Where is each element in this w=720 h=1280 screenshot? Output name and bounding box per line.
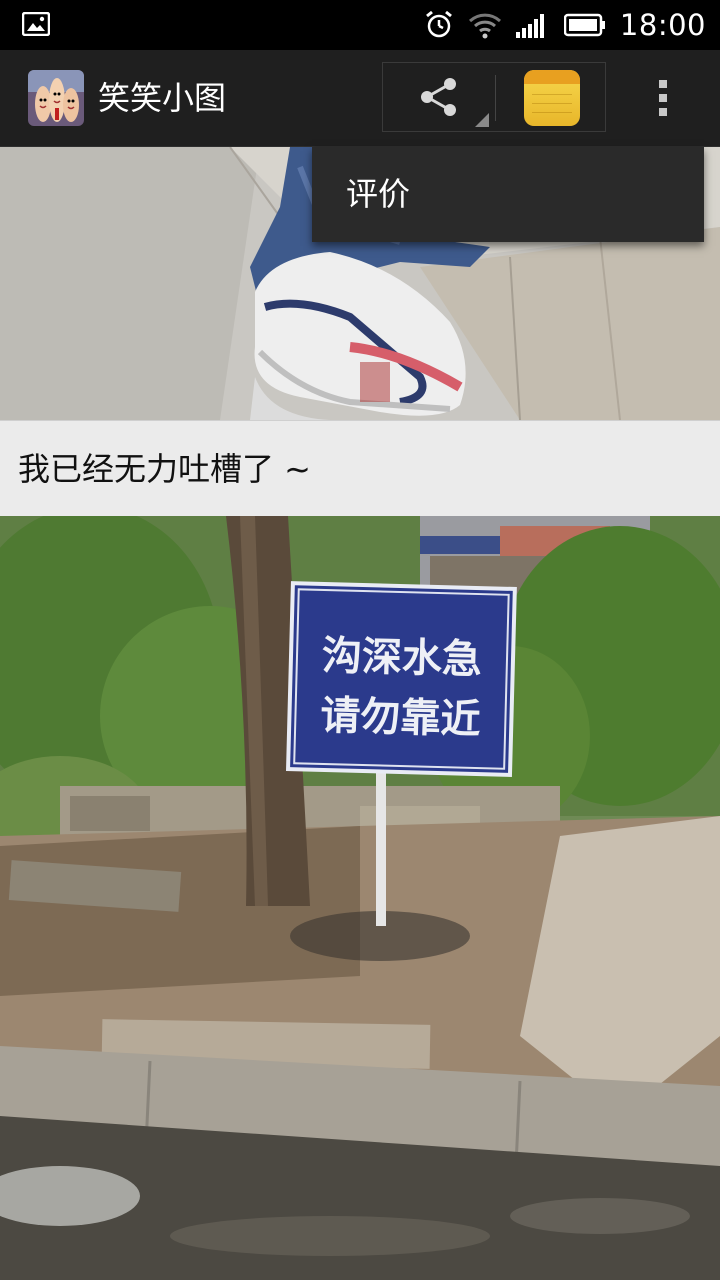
dropdown-corner-icon <box>475 113 489 127</box>
divider <box>495 75 496 121</box>
notepad-button[interactable] <box>524 70 580 126</box>
action-buttons-group <box>382 62 606 132</box>
overflow-menu-icon <box>659 80 667 88</box>
feed-caption: 我已经无力吐槽了 ~ <box>18 450 311 488</box>
notepad-icon <box>524 70 580 84</box>
battery-icon <box>563 13 605 37</box>
alarm-icon <box>425 10 452 38</box>
share-icon <box>421 78 456 116</box>
overflow-menu-button[interactable] <box>636 60 690 136</box>
sign-text-line1: 沟深水急 <box>321 633 482 683</box>
feed-list[interactable]: 我已经无力吐槽了 ~ 沟深水急 请勿靠近 <box>0 147 720 1280</box>
app-title: 笑笑小图 <box>98 79 227 117</box>
feed-caption-bar[interactable]: 我已经无力吐槽了 ~ <box>0 420 720 517</box>
gallery-notification-icon <box>22 12 50 36</box>
status-bar: 18:00 <box>0 0 720 50</box>
wifi-icon <box>468 13 501 39</box>
overflow-popup-menu: 评价 <box>312 147 704 242</box>
clock-time: 18:00 <box>619 8 706 42</box>
menu-item-rate[interactable]: 评价 <box>346 147 410 242</box>
feed-image-2[interactable]: 沟深水急 请勿靠近 <box>0 516 720 1280</box>
signal-icon <box>515 14 544 38</box>
sign-text-line2: 请勿靠近 <box>320 693 481 743</box>
share-button[interactable] <box>383 63 495 131</box>
app-logo-icon[interactable] <box>28 70 84 126</box>
action-bar: 笑笑小图 <box>0 50 720 147</box>
